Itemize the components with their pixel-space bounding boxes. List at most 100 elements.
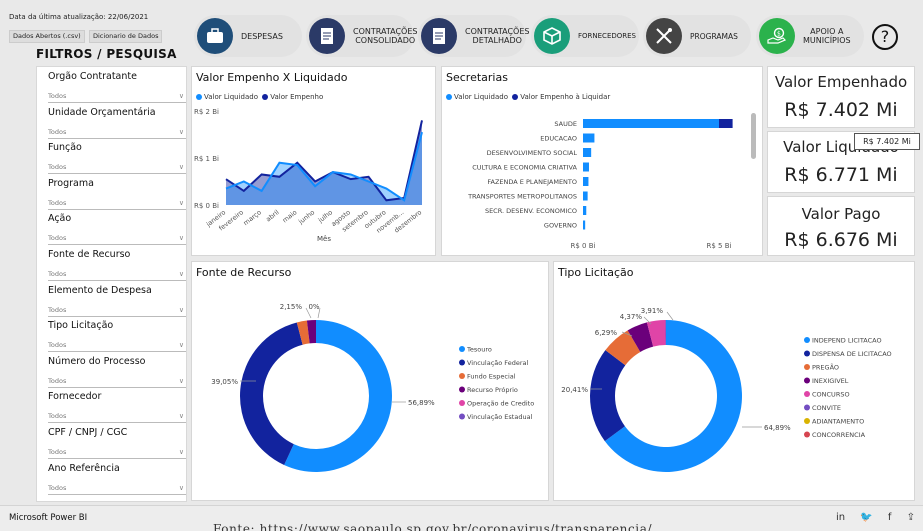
legend-dot [804,418,810,424]
tipo-licitacao-title: Tipo Licitação [558,266,634,279]
briefcase-icon [197,18,233,54]
filter-label: Unidade Orçamentária [48,106,156,118]
nav-contratacoes-consolidado-button[interactable]: CONTRATAÇÕES CONSOLIDADO [306,15,417,57]
facebook-icon[interactable]: f [888,512,892,523]
filter-dropdown[interactable]: Todos ∨ [48,411,186,424]
nav-label-line: CONTRATAÇÕES [465,27,530,36]
fonte-recurso-title: Fonte de Recurso [196,266,292,279]
filter-label: Orgão Contratante [48,71,137,82]
document-icon [421,18,457,54]
chevron-down-icon: ∨ [178,234,184,243]
category-label: SAUDE [554,120,577,128]
chevron-down-icon: ∨ [178,198,184,207]
scrollbar[interactable] [751,113,756,159]
data-dictionary-button[interactable]: Dicionario de Dados [89,30,163,43]
line-chart-svg: R$ 0 BiR$ 1 BiR$ 2 Bijaneirofevereiromar… [194,108,423,243]
data-label: 0% [308,303,319,311]
x-tick-label: março [242,208,263,227]
chevron-down-icon: ∨ [178,270,184,278]
legend-label: INDEPEND LICITACAO [812,337,882,345]
chevron-down-icon: ∨ [178,305,184,314]
category-label: CULTURA E ECONOMIA CRIATIVA [472,164,577,172]
legend-label: CONCORRENCIA [812,431,866,439]
filter-value: Todos [48,341,67,350]
kpi-empenhado-label: Valor Empenhado [774,73,908,91]
nav-contratacoes-detalhado-button[interactable]: CONTRATAÇÕES DETALHADO [418,15,529,57]
y-tick-label: R$ 2 Bi [194,108,219,116]
category-label: TRANSPORTES METROPOLITANOS [467,193,577,201]
power-bi-link[interactable]: Microsoft Power BI [9,513,87,523]
nav-programas-button[interactable]: PROGRAMAS [643,15,751,57]
legend-dot [804,404,810,411]
nav-despesas-label: DESPESAS [241,31,283,41]
legend-label: Fundo Especial [467,373,516,381]
filter-dropdown[interactable]: Todos ∨ [48,340,186,353]
open-data-csv-button[interactable]: Dados Abertos (.csv) [9,30,85,43]
filter-dropdown[interactable]: Todos ∨ [48,483,186,495]
x-tick-label: abril [264,208,280,223]
twitter-icon[interactable]: 🐦 [860,512,872,523]
category-label: DESENVOLVIMENTO SOCIAL [487,149,578,157]
data-label: 56,89% [408,399,435,407]
nav-apoio-municipios-label: APOIO A MUNICÍPIOS [803,27,851,45]
filter-dropdown[interactable]: Todos ∨ [48,233,186,246]
data-label: 39,05% [211,378,238,386]
filter-value: Todos [48,127,67,136]
filter-dropdown[interactable]: Todos ∨ [48,447,186,459]
tipo-licitacao-panel: Tipo Licitação INDEPEND LICITACAO DISPENS… [553,261,915,501]
chevron-down-icon: ∨ [178,127,184,136]
data-label: 20,41% [561,386,588,394]
fonte-recurso-donut: Tesouro Vinculação Federal Fundo Especial R… [211,303,534,472]
legend-label: Recurso Próprio [467,386,518,394]
legend-dot [512,94,519,100]
nav-label-line: DETALHADO [472,36,522,45]
filter-label: Função [48,142,82,154]
legend-dot [459,346,465,352]
line-chart-panel: Valor Empenho X Liquidado Valor Liquidad… [191,66,436,256]
filter-value: Todos [48,376,67,385]
report-root: Data da última atualização: 22/06/2021 D… [0,0,923,531]
share-icon[interactable]: ⇪ [907,512,915,523]
secretarias-panel: Secretarias Valor Liquidado Valor Empenh… [441,66,763,256]
filter-dropdown[interactable]: Todos ∨ [48,376,186,388]
legend-dot [459,413,465,420]
help-icon[interactable]: ? [872,24,898,50]
nav-contratacoes-detalhado-label: CONTRATAÇÕES DETALHADO [465,27,529,45]
legend-label: INEXIGIVEL [812,377,849,385]
category-label: EDUCACAO [540,135,577,143]
secretarias-title: Secretarias [446,71,508,84]
filter-value: Todos [48,270,67,278]
filter-dropdown[interactable]: Todos ∨ [48,305,186,317]
filter-dropdown[interactable]: Todos ∨ [48,198,186,210]
nav-apoio-municipios-button[interactable]: $ APOIO A MUNICÍPIOS [756,15,864,57]
filter-dropdown[interactable]: Todos ∨ [48,127,186,139]
legend-dot [804,337,810,343]
filter-dropdown[interactable]: Todos ∨ [48,91,186,103]
last-update-text: Data da última atualização: 22/06/2021 [9,13,149,21]
nav-despesas-button[interactable]: DESPESAS [194,15,302,57]
filter-value: Todos [48,483,67,492]
filter-label: Elemento de Despesa [48,284,152,296]
nav-fornecedores-button[interactable]: FORNECEDORES [531,15,639,57]
category-label: SECR. DESENV. ECONOMICO [485,207,577,215]
filter-value: Todos [48,305,67,314]
x-tick-label: R$ 0 Bi [571,242,596,250]
category-label: GOVERNO [544,222,577,230]
filter-label: Tipo Licitação [48,320,114,332]
tools-icon [646,18,682,54]
linkedin-icon[interactable]: in [836,512,845,523]
source-caption: Fonte: https://www.saopaulo.sp.gov.br/co… [213,522,653,531]
bar-liquidado [583,177,589,186]
legend-dot [446,94,452,100]
nav-contratacoes-consolidado-label: CONTRATAÇÕES CONSOLIDADO [353,27,417,45]
filters-title: FILTROS / PESQUISA [36,47,177,61]
donut-slice [590,350,626,442]
bar-liquidado [583,162,589,172]
nav-label-line: CONTRATAÇÕES [353,27,418,36]
box-icon [534,18,570,54]
filter-dropdown[interactable]: Todos ∨ [48,269,186,281]
legend-dot [459,400,465,406]
filter-dropdown[interactable]: Todos ∨ [48,162,186,175]
filter-label: Fonte de Recurso [48,249,131,260]
kpi-empenhado-value: R$ 7.402 Mi [784,99,898,121]
